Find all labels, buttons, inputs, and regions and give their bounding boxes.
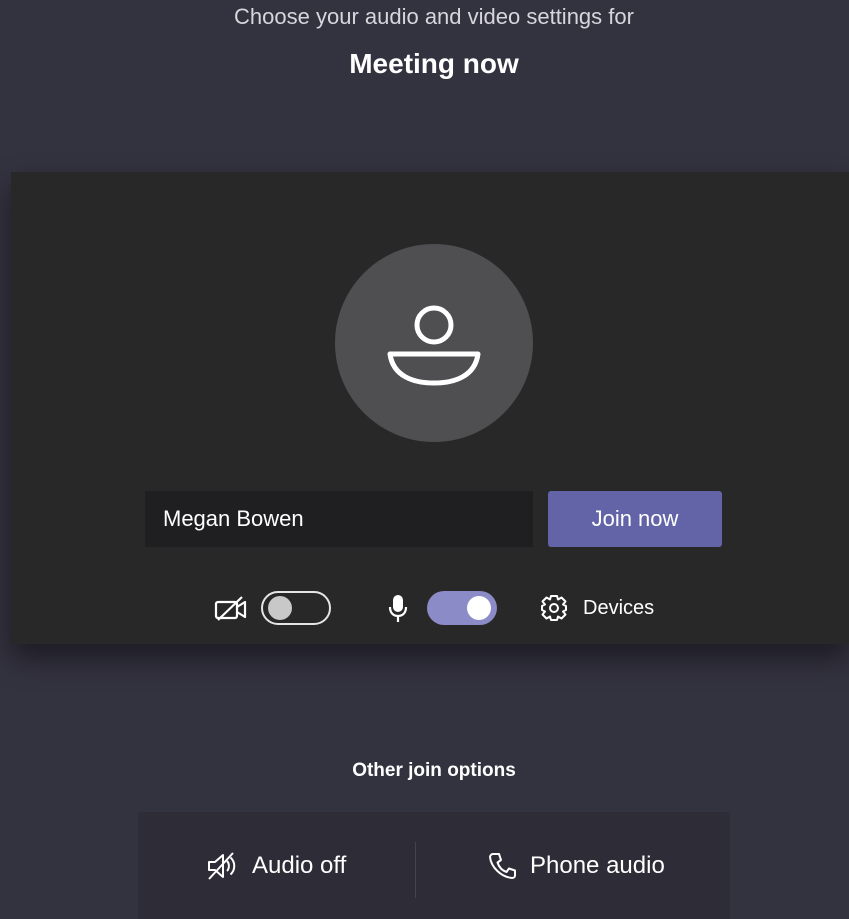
name-input[interactable] bbox=[145, 491, 533, 547]
camera-off-icon bbox=[214, 596, 247, 621]
device-controls: Devices bbox=[11, 586, 849, 630]
devices-button[interactable]: Devices bbox=[539, 590, 654, 626]
microphone-toggle[interactable] bbox=[427, 591, 497, 625]
phone-icon bbox=[489, 852, 516, 879]
gear-icon bbox=[541, 595, 567, 621]
video-preview-card: Join now Devices bbox=[11, 172, 849, 644]
subtitle: Choose your audio and video settings for bbox=[234, 4, 634, 29]
speaker-off-icon bbox=[208, 851, 236, 880]
microphone-toggle-knob bbox=[467, 596, 491, 620]
join-now-button[interactable]: Join now bbox=[548, 491, 722, 547]
audio-off-label: Audio off bbox=[252, 851, 347, 879]
devices-label: Devices bbox=[583, 596, 655, 619]
phone-audio-option[interactable]: Phone audio bbox=[488, 812, 665, 919]
other-join-options-title: Other join options bbox=[352, 760, 516, 781]
camera-toggle[interactable] bbox=[261, 591, 331, 625]
audio-off-option[interactable]: Audio off bbox=[206, 812, 346, 919]
microphone-icon bbox=[388, 595, 408, 622]
options-divider bbox=[415, 842, 416, 898]
other-join-options: Audio off Phone audio bbox=[138, 812, 730, 919]
avatar bbox=[335, 244, 533, 442]
meeting-title: Meeting now bbox=[349, 48, 519, 79]
phone-audio-label: Phone audio bbox=[530, 851, 665, 879]
camera-toggle-knob bbox=[268, 596, 292, 620]
person-icon bbox=[387, 305, 481, 386]
